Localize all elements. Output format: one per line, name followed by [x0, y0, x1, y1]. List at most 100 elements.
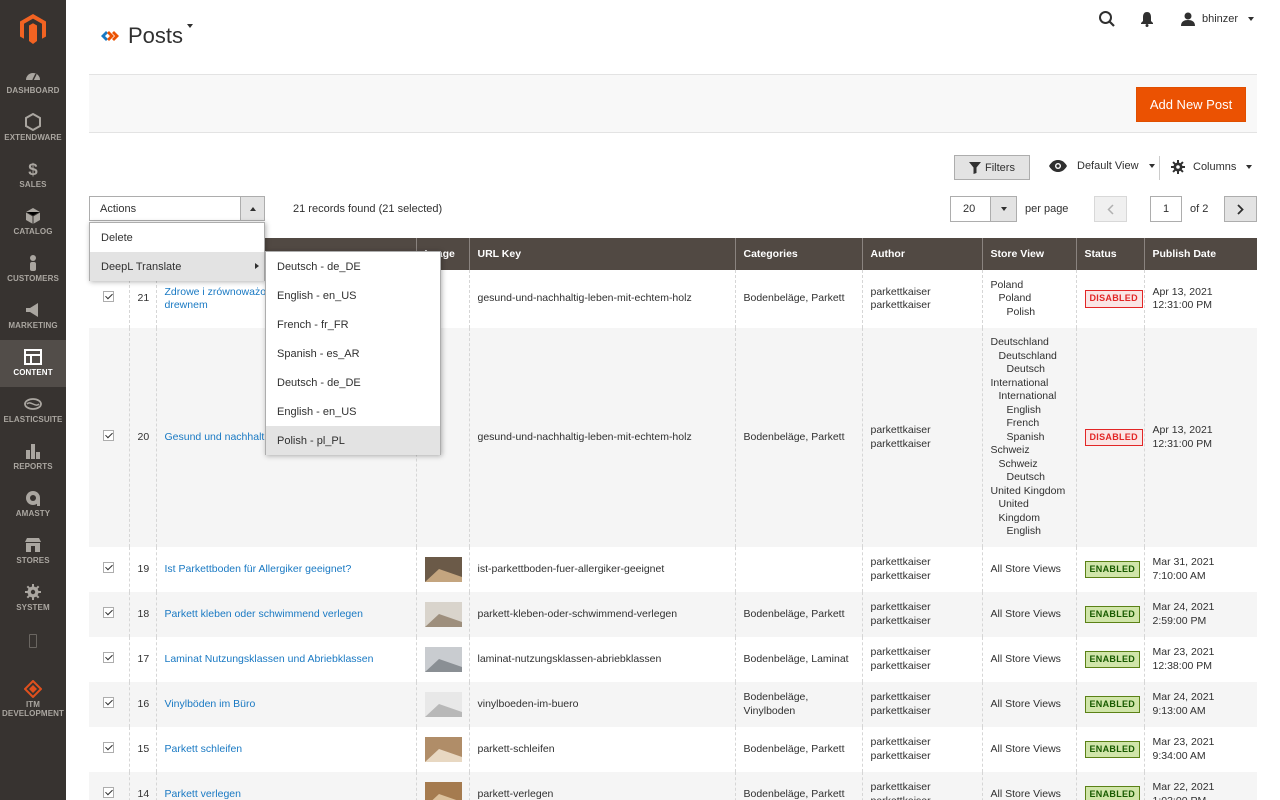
table-row[interactable]: 17 Laminat Nutzungsklassen und Abriebklas… [89, 637, 1257, 682]
title-dropdown-icon[interactable] [187, 24, 193, 28]
translate-option[interactable]: Deutsch - de_DE [266, 252, 440, 281]
sidebar-item-label: CONTENT [13, 368, 53, 377]
sidebar-item-reports[interactable]: REPORTS [0, 434, 66, 481]
column-header[interactable]: Categories [734, 238, 862, 270]
row-checkbox[interactable] [103, 786, 115, 798]
row-status-cell: ENABLED [1075, 772, 1144, 800]
row-checkbox[interactable] [103, 696, 115, 708]
column-header[interactable]: Author [861, 238, 982, 270]
row-image-cell [415, 682, 469, 727]
translate-option[interactable]: English - en_US [266, 281, 440, 310]
next-page-button[interactable] [1224, 196, 1257, 222]
row-checkbox[interactable] [103, 561, 115, 573]
amasty-icon [26, 491, 40, 506]
add-new-post-button[interactable]: Add New Post [1136, 87, 1246, 122]
sidebar-item-catalog[interactable]: CATALOG [0, 199, 66, 246]
sidebar-item-customers[interactable]: CUSTOMERS [0, 246, 66, 293]
notifications-button[interactable] [1140, 11, 1154, 30]
store-icon [25, 538, 41, 552]
menu-item-deepl-translate[interactable]: DeepL Translate [90, 252, 264, 281]
post-title-link[interactable]: Parkett kleben oder schwimmend verlegen [165, 608, 363, 620]
post-title-link[interactable]: Parkett verlegen [165, 788, 241, 800]
sidebar-item-stores[interactable]: STORES [0, 528, 66, 575]
column-header[interactable]: Store View [981, 238, 1076, 270]
actions-toggle[interactable] [240, 197, 264, 220]
row-select-cell[interactable] [89, 682, 129, 727]
row-store-view: All Store Views [981, 637, 1076, 682]
column-header[interactable]: Status [1075, 238, 1144, 270]
translate-option[interactable]: Deutsch - de_DE [266, 368, 440, 397]
status-badge: ENABLED [1084, 695, 1141, 714]
gear-icon [1171, 160, 1185, 174]
sidebar-item-itm-development[interactable]: ITM DEVELOPMENT [0, 672, 66, 730]
table-row[interactable]: 16 Vinylböden im Büro vinylboeden-im-buero… [89, 682, 1257, 727]
gear-icon [25, 584, 41, 600]
table-row[interactable]: 15 Parkett schleifen parkett-schleifen Bode… [89, 727, 1257, 772]
sidebar-item-extendware[interactable]: EXTENDWARE [0, 105, 66, 152]
column-header[interactable]: Publish Date [1143, 238, 1257, 270]
row-categories: Bodenbeläge, Parkett [734, 592, 862, 637]
bar-chart-icon [26, 444, 40, 459]
per-page-toggle[interactable] [990, 197, 1016, 221]
per-page-select[interactable]: 20 [950, 196, 1017, 222]
row-author: parkettkaiserparkettkaiser [861, 772, 982, 800]
table-row[interactable]: 19 Ist Parkettboden für Allergiker geeign… [89, 547, 1257, 592]
sidebar-item-system[interactable]: SYSTEM [0, 575, 66, 622]
magento-logo[interactable] [0, 0, 66, 58]
sidebar-item-label: CUSTOMERS [7, 274, 59, 283]
row-select-cell[interactable] [89, 772, 129, 800]
magento-logo-icon [20, 14, 46, 44]
row-checkbox[interactable] [103, 606, 115, 618]
row-checkbox[interactable] [103, 741, 115, 753]
table-row[interactable]: 18 Parkett kleben oder schwimmend verlege… [89, 592, 1257, 637]
sidebar-item-label: DASHBOARD [6, 86, 60, 95]
sidebar-item-elasticsuite[interactable]: ELASTICSUITE [0, 387, 66, 434]
search-button[interactable] [1098, 10, 1116, 31]
post-title-link[interactable]: Ist Parkettboden für Allergiker geeignet… [165, 563, 352, 575]
post-title-link[interactable]: Laminat Nutzungsklassen und Abriebklasse… [165, 653, 374, 665]
sidebar-item-dashboard[interactable]: DASHBOARD [0, 58, 66, 105]
row-select-cell[interactable] [89, 547, 129, 592]
translate-option[interactable]: French - fr_FR [266, 310, 440, 339]
row-checkbox[interactable] [103, 429, 115, 441]
view-switcher[interactable]: Default View [1049, 160, 1155, 172]
translate-option[interactable]: English - en_US [266, 397, 440, 426]
row-status-cell: ENABLED [1075, 727, 1144, 772]
translate-option[interactable]: Polish - pl_PL [266, 426, 440, 455]
post-thumbnail [424, 737, 462, 762]
columns-control[interactable]: Columns [1171, 160, 1253, 174]
row-store-view: All Store Views [981, 682, 1076, 727]
row-checkbox[interactable] [103, 651, 115, 663]
filters-button[interactable]: Filters [954, 155, 1030, 180]
post-thumbnail [424, 557, 462, 582]
menu-item-delete[interactable]: Delete [90, 223, 264, 252]
translate-option[interactable]: Spanish - es_AR [266, 339, 440, 368]
sidebar-item-marketing[interactable]: MARKETING [0, 293, 66, 340]
column-header[interactable]: URL Key [468, 238, 735, 270]
post-title-link[interactable]: Parkett schleifen [165, 743, 243, 755]
row-store-view: Deutschland Deutschland Deutsch Internation… [981, 328, 1076, 547]
mass-actions-select[interactable]: Actions [89, 196, 265, 221]
row-select-cell[interactable] [89, 328, 129, 547]
row-status-cell: ENABLED [1075, 682, 1144, 727]
dashboard-icon [26, 73, 40, 81]
user-menu[interactable]: bhinzer [1180, 11, 1255, 27]
chevron-right-icon [1237, 203, 1244, 215]
row-checkbox[interactable] [103, 291, 115, 303]
sidebar-item-label: ITM DEVELOPMENT [2, 700, 64, 718]
table-row[interactable]: 14 Parkett verlegen parkett-verlegen Bodenb… [89, 772, 1257, 800]
row-id: 14 [128, 772, 156, 800]
sidebar-item-amasty[interactable]: AMASTY [0, 481, 66, 528]
previous-page-button[interactable] [1094, 196, 1127, 222]
row-select-cell[interactable] [89, 727, 129, 772]
sidebar-item-content[interactable]: CONTENT [0, 340, 66, 387]
admin-sidebar: DASHBOARD EXTENDWARE $ SALES CATALOG CUSTOMER… [0, 0, 66, 800]
sidebar-item-sales[interactable]: $ SALES [0, 152, 66, 199]
sidebar-collapse-icon[interactable] [29, 634, 37, 648]
row-select-cell[interactable] [89, 637, 129, 682]
post-title-link[interactable]: Vinylböden im Büro [165, 698, 256, 710]
chevron-down-icon [1248, 17, 1255, 21]
page-number-input[interactable]: 1 [1150, 196, 1182, 222]
page-title: Posts [128, 23, 184, 48]
row-select-cell[interactable] [89, 592, 129, 637]
